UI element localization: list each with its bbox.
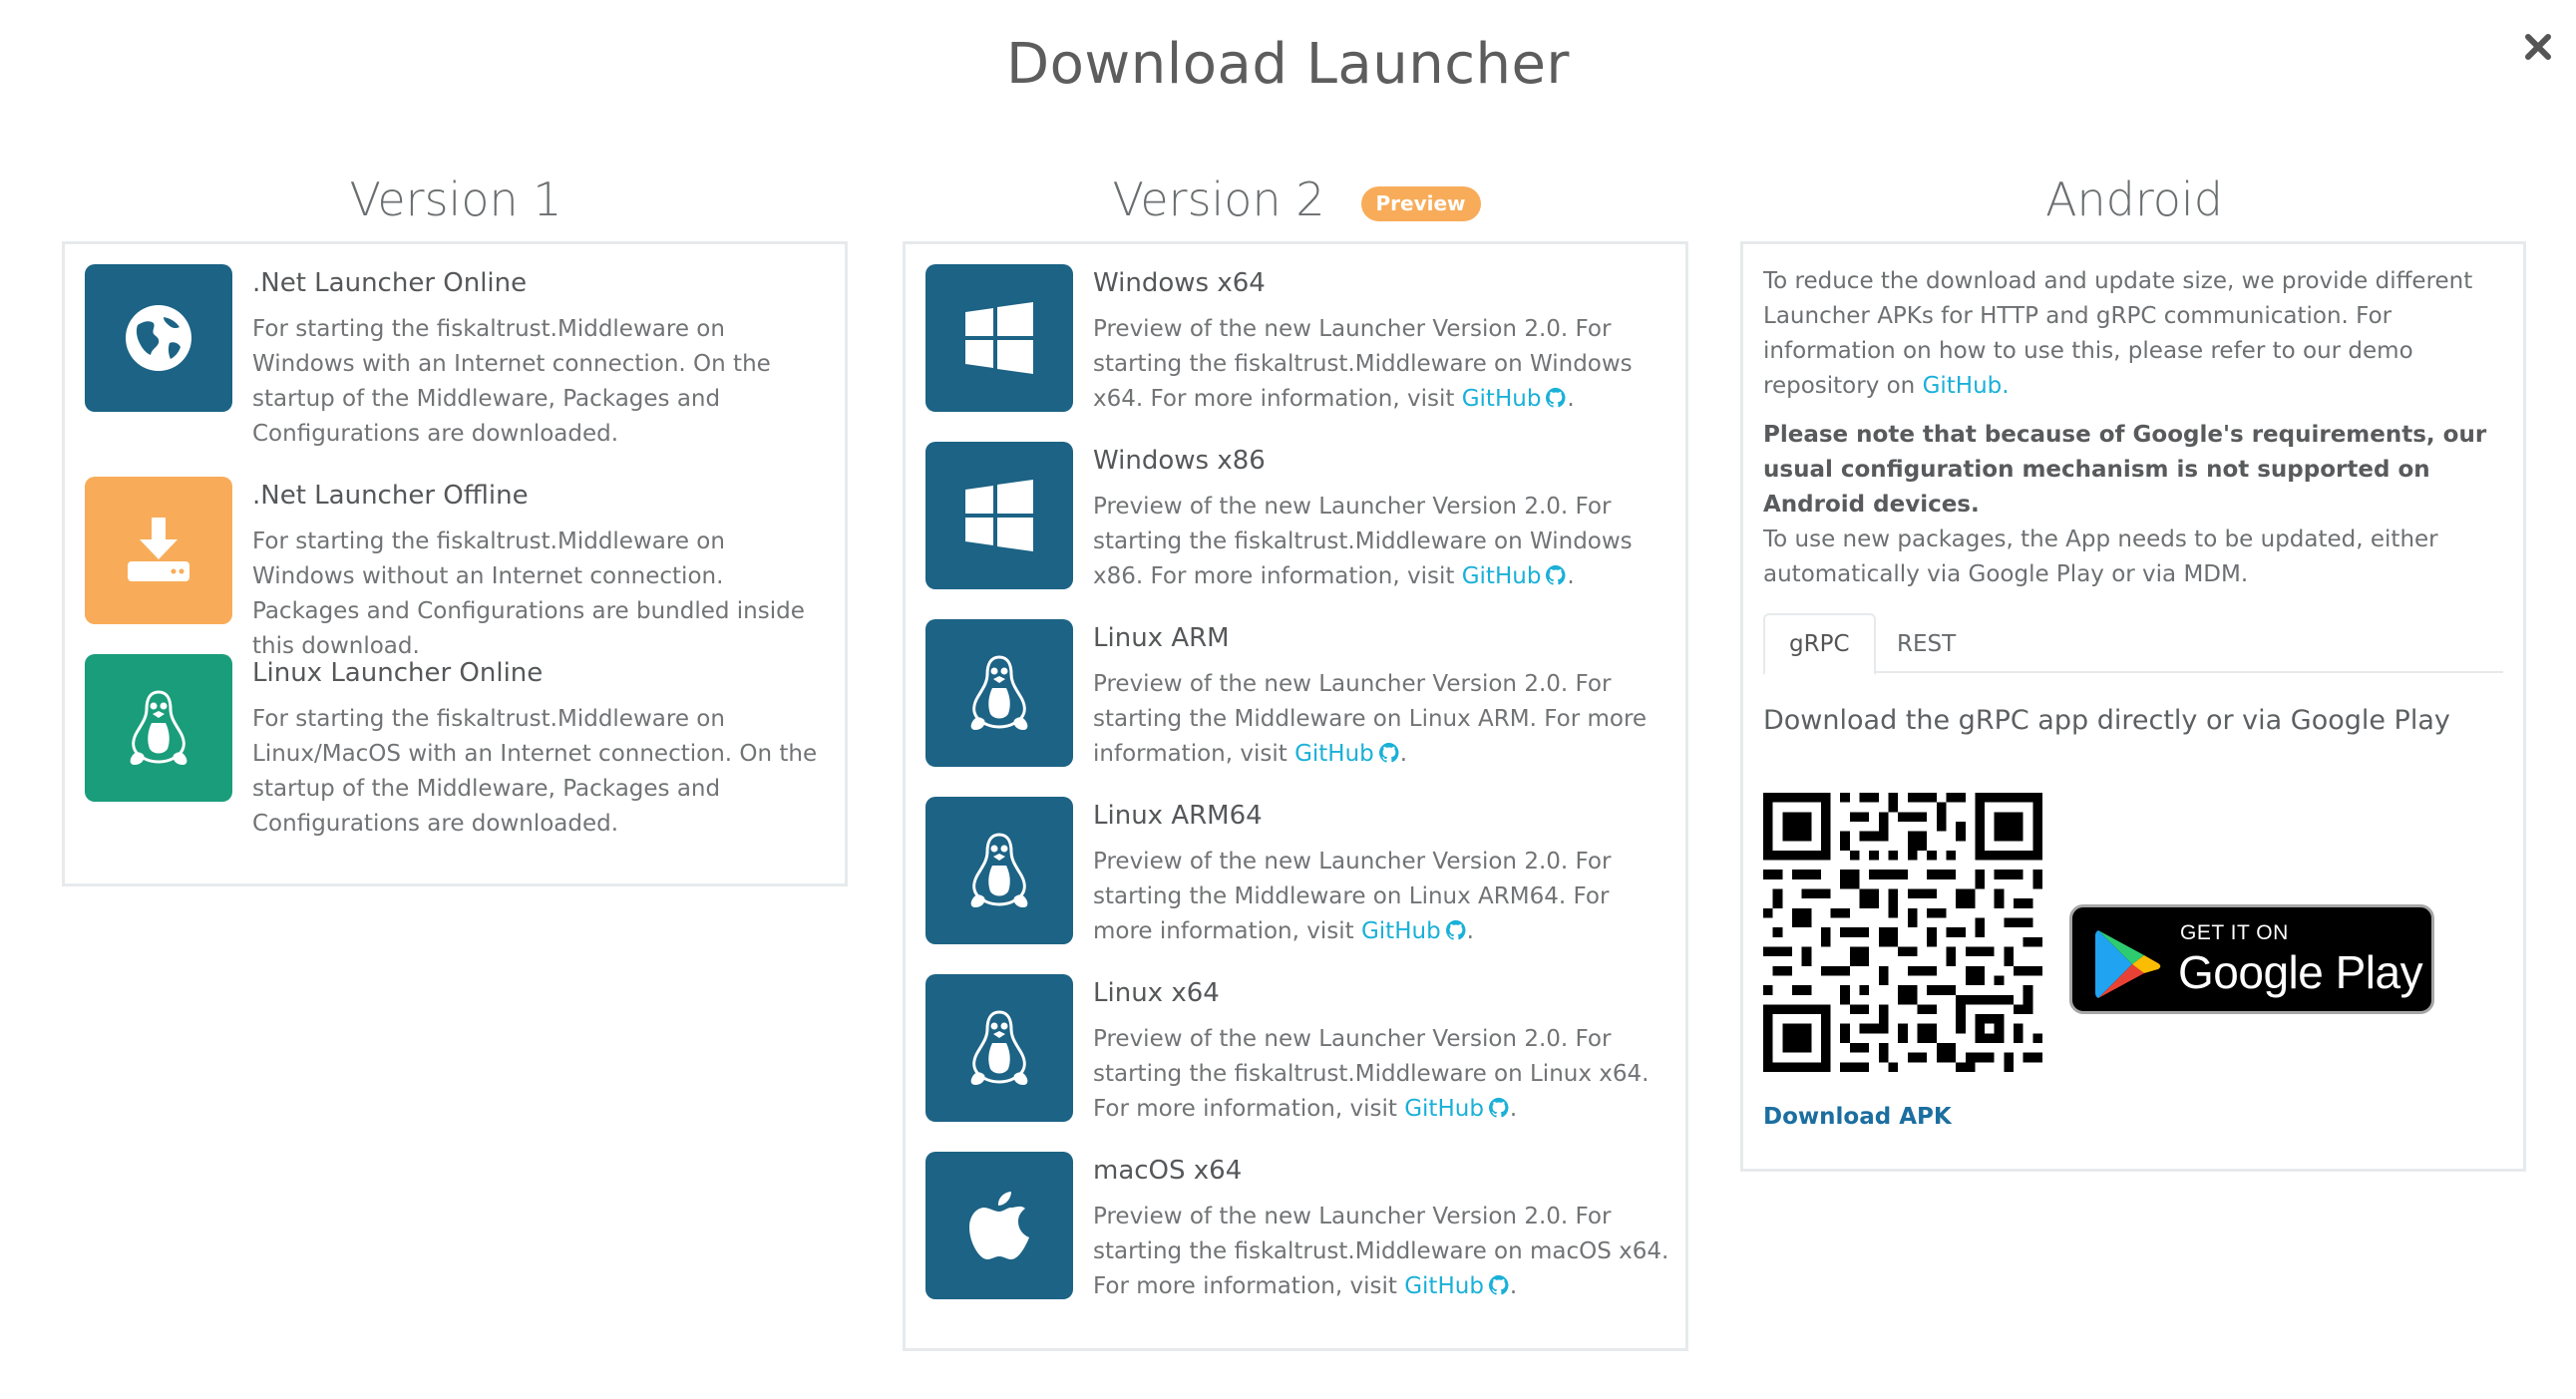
launcher-description: Preview of the new Launcher Version 2.0.… [1093,849,1612,944]
download-icon [128,518,189,581]
launcher-item-linux-online[interactable]: Linux Launcher Online For starting the f… [85,654,829,854]
launcher-item-linux-arm[interactable]: Linux ARM Preview of the new Launcher Ve… [925,619,1669,779]
linux-icon [970,1010,1028,1085]
github-link[interactable]: GitHub [1361,918,1441,944]
launcher-item-linux-x64[interactable]: Linux x64 Preview of the new Launcher Ve… [925,974,1669,1134]
github-link[interactable]: GitHub [1404,1273,1484,1299]
launcher-tile[interactable] [925,797,1073,944]
github-icon [1488,1097,1509,1118]
version2-panel: Windows x64 Preview of the new Launcher … [903,241,1688,1351]
launcher-description: For starting the fiskaltrust.Middleware … [252,528,805,659]
linux-icon [970,655,1028,730]
android-github-link[interactable]: GitHub. [1923,373,2010,399]
launcher-name: .Net Launcher Online [252,268,528,298]
launcher-name: Windows x86 [1093,446,1266,476]
launcher-item-net-online[interactable]: .Net Launcher Online For starting the fi… [85,264,829,464]
windows-icon [965,480,1033,551]
github-link[interactable]: GitHub [1294,741,1374,767]
version2-title: Version 2 Preview [903,170,1690,229]
launcher-description: Preview of the new Launcher Version 2.0.… [1093,316,1633,412]
windows-icon [965,302,1033,374]
launcher-tile[interactable] [85,654,232,802]
version1-title: Version 1 [349,173,562,226]
github-icon [1378,742,1399,763]
qr-code [1763,793,2042,1072]
launcher-item-windows-x64[interactable]: Windows x64 Preview of the new Launcher … [925,264,1669,424]
launcher-tile[interactable] [925,974,1073,1122]
modal-title: Download Launcher [1006,32,1570,97]
launcher-description: For starting the fiskaltrust.Middleware … [252,316,771,447]
launcher-description: Preview of the new Launcher Version 2.0.… [1093,1026,1650,1122]
launcher-item-macos-x64[interactable]: macOS x64 Preview of the new Launcher Ve… [925,1152,1669,1311]
launcher-name: Linux ARM [1093,623,1230,653]
launcher-name: macOS x64 [1093,1156,1243,1186]
badge-small-text: GET IT ON [2180,921,2289,944]
download-apk-link[interactable]: Download APK [1763,1104,1952,1130]
launcher-name: Linux Launcher Online [252,658,544,688]
launcher-name: Windows x64 [1093,268,1266,298]
android-note: To use new packages, the App needs to be… [1763,526,2438,587]
tab-grpc[interactable]: gRPC [1763,613,1876,675]
launcher-description: Preview of the new Launcher Version 2.0.… [1093,671,1648,767]
launcher-name: .Net Launcher Offline [252,481,529,511]
apple-icon [969,1192,1029,1259]
launcher-description: Preview of the new Launcher Version 2.0.… [1093,1204,1669,1299]
launcher-tile[interactable] [85,477,232,624]
protocol-tabs: gRPC REST [1763,613,2503,675]
download-heading: Download the gRPC app directly or via Go… [1763,705,2450,736]
github-link[interactable]: GitHub [1462,386,1542,412]
launcher-name: Linux x64 [1093,978,1220,1008]
github-icon [1546,387,1566,408]
github-icon [1546,564,1566,585]
globe-icon [126,305,191,371]
launcher-item-windows-x86[interactable]: Windows x86 Preview of the new Launcher … [925,442,1669,601]
linux-icon [130,690,187,765]
linux-icon [970,833,1028,907]
tab-rest[interactable]: REST [1873,613,1980,675]
github-icon [1488,1274,1509,1295]
android-title: Android [2045,173,2223,226]
google-play-icon [2095,930,2161,998]
preview-badge: Preview [1360,185,1481,221]
close-icon[interactable] [2524,33,2552,61]
launcher-tile[interactable] [925,1152,1073,1299]
github-icon [1445,919,1466,940]
close-button[interactable] [2513,22,2563,72]
launcher-item-linux-arm64[interactable]: Linux ARM64 Preview of the new Launcher … [925,797,1669,956]
launcher-tile[interactable] [85,264,232,412]
launcher-item-net-offline[interactable]: .Net Launcher Offline For starting the f… [85,477,829,659]
badge-big-text: Google Play [2178,946,2423,998]
launcher-tile[interactable] [925,619,1073,767]
google-play-badge[interactable]: GET IT ON Google Play [2069,904,2434,1014]
android-panel: To reduce the download and update size, … [1740,241,2526,1172]
launcher-description: Preview of the new Launcher Version 2.0.… [1093,494,1633,589]
github-link[interactable]: GitHub [1404,1096,1484,1122]
launcher-name: Linux ARM64 [1093,801,1263,831]
launcher-description: For starting the fiskaltrust.Middleware … [252,706,818,837]
launcher-tile[interactable] [925,442,1073,589]
launcher-tile[interactable] [925,264,1073,412]
github-link[interactable]: GitHub [1462,563,1542,589]
android-note-bold: Please note that because of Google's req… [1763,422,2487,518]
version1-panel: .Net Launcher Online For starting the fi… [62,241,848,886]
android-intro: To reduce the download and update size, … [1763,268,2473,399]
